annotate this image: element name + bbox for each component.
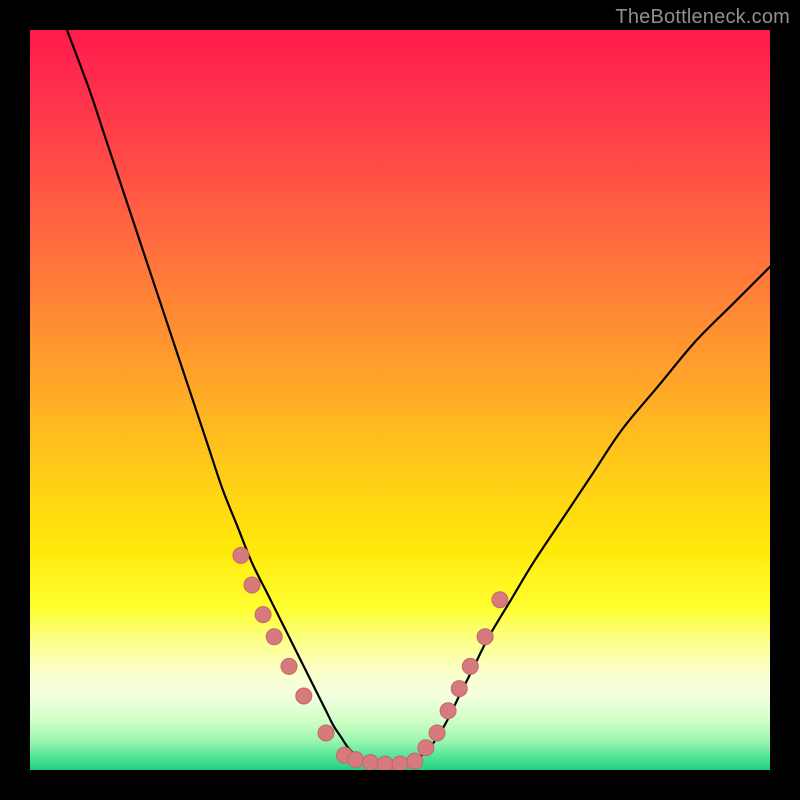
data-dot xyxy=(244,577,260,593)
data-dot xyxy=(281,658,297,674)
data-dot xyxy=(255,607,271,623)
chart-stage: TheBottleneck.com xyxy=(0,0,800,800)
data-dot xyxy=(418,740,434,756)
bottleneck-curve xyxy=(67,30,770,765)
data-dot xyxy=(266,629,282,645)
data-dot xyxy=(318,725,334,741)
plot-area xyxy=(30,30,770,770)
data-dot xyxy=(429,725,445,741)
data-dot xyxy=(362,755,378,770)
data-dot xyxy=(348,752,364,768)
data-dot xyxy=(462,658,478,674)
watermark-text: TheBottleneck.com xyxy=(615,6,790,29)
data-dot xyxy=(392,756,408,770)
data-dot xyxy=(377,756,393,770)
curve-layer xyxy=(30,30,770,770)
data-dots xyxy=(233,547,508,770)
data-dot xyxy=(440,703,456,719)
data-dot xyxy=(407,753,423,769)
data-dot xyxy=(477,629,493,645)
data-dot xyxy=(451,681,467,697)
data-dot xyxy=(492,592,508,608)
data-dot xyxy=(233,547,249,563)
data-dot xyxy=(296,688,312,704)
